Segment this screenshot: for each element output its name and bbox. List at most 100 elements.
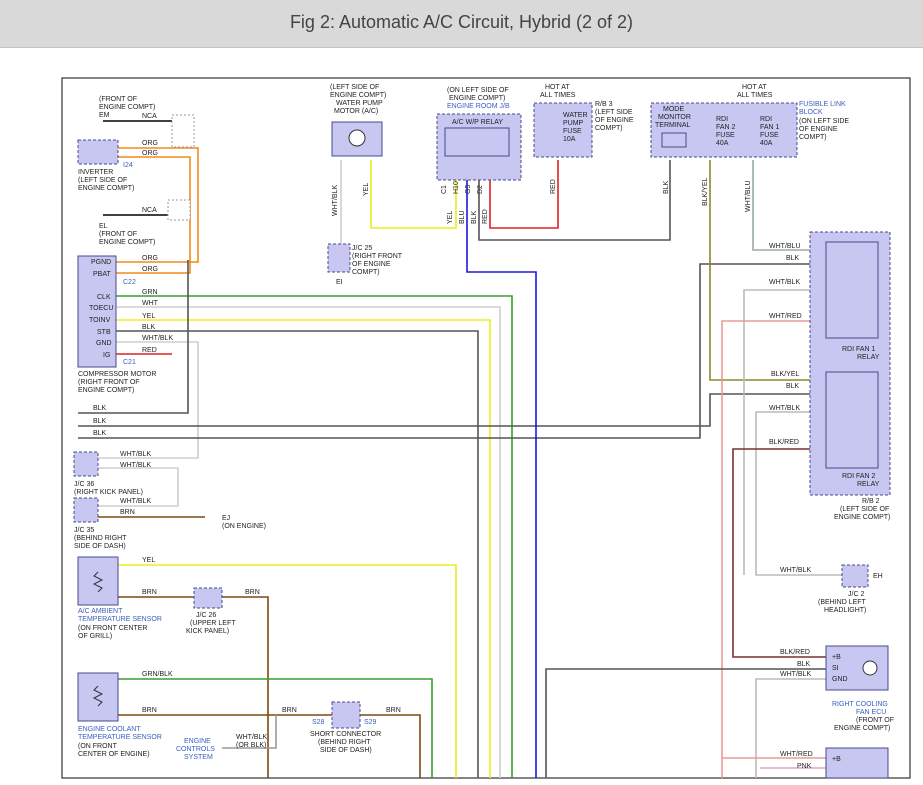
rb3-label-2: (LEFT SIDE xyxy=(595,109,633,116)
rdi-fan1-fuse-4: 40A xyxy=(760,140,773,147)
mode-monitor-label-2: MONITOR xyxy=(658,114,691,121)
whtblu-label-r1: WHT/BLU xyxy=(769,243,801,250)
whtblk-label-jc2: WHT/BLK xyxy=(780,567,811,574)
wire-blk-ecu xyxy=(545,668,826,778)
wp-fuse-label-3: FUSE xyxy=(563,128,582,135)
short-connector-label-2: (BEHIND RIGHT xyxy=(318,739,371,746)
blk-label-relay: BLK xyxy=(471,210,478,224)
rdi-fan1-relay-box xyxy=(825,241,879,339)
jc35-label-1: J/C 35 xyxy=(74,527,94,534)
wht-blk-or-blk-1: WHT/BLK xyxy=(236,734,267,741)
whtblk-label-wpm: WHT/BLK xyxy=(332,185,339,216)
fusible-link-label-2: BLOCK xyxy=(799,109,823,116)
nca-em-connector xyxy=(171,114,195,148)
jc36-label-1: J/C 36 xyxy=(74,481,94,488)
wire-wht-toecu xyxy=(115,306,501,778)
wht-label: WHT xyxy=(142,300,159,307)
short-connector-box xyxy=(331,701,361,729)
pgnd-label: PGND xyxy=(91,259,111,266)
title-bar: Fig 2: Automatic A/C Circuit, Hybrid (2 … xyxy=(0,0,923,48)
jc25-label-1: J/C 25 xyxy=(352,245,372,252)
jc35-label-2: (BEHIND RIGHT xyxy=(74,535,127,542)
jc36-label-2: (RIGHT KICK PANEL) xyxy=(74,489,143,496)
coolant-loc-1: (ON FRONT xyxy=(78,743,118,750)
rb3-label-4: COMPT) xyxy=(595,125,623,132)
ecu2-plus-b: +B xyxy=(832,756,841,763)
jb-label: ENGINE ROOM J/B xyxy=(447,103,510,110)
blk-label-r1: BLK xyxy=(786,255,800,262)
em-loc-label-2: ENGINE COMPT) xyxy=(99,104,155,111)
ecu-gnd: GND xyxy=(832,676,848,683)
ambient-label-1: A/C AMBIENT xyxy=(78,608,123,615)
pbat-label: PBAT xyxy=(93,271,111,278)
stb-label: STB xyxy=(97,329,111,336)
wp-fuse-label-1: WATER xyxy=(563,112,588,119)
hot-at-all-times-1a: HOT AT xyxy=(545,84,570,91)
inverter-label-2: (LEFT SIDE OF xyxy=(78,177,127,184)
clk-label: CLK xyxy=(97,294,111,301)
wht-blk-or-blk-2: (OR BLK) xyxy=(236,742,266,749)
hot-at-all-times-2a: HOT AT xyxy=(742,84,767,91)
page-title: Fig 2: Automatic A/C Circuit, Hybrid (2 … xyxy=(289,12,634,32)
blk-label-3: BLK xyxy=(93,430,107,437)
ei-label: EI xyxy=(336,279,343,286)
blk-label-stb: BLK xyxy=(142,324,156,331)
blk-label-r2: BLK xyxy=(786,383,800,390)
wire-grn-clk xyxy=(115,295,513,778)
wire-yel-toinv xyxy=(115,319,491,778)
inverter-label-1: INVERTER xyxy=(78,169,113,176)
em-loc-label-1: (FRONT OF xyxy=(99,96,137,103)
blkyel-label-r2: BLK/YEL xyxy=(771,371,800,378)
jc2-label-2: (BEHIND LEFT xyxy=(818,599,867,606)
compressor-label-2: (RIGHT FRONT OF xyxy=(78,379,140,386)
rdi-fan2-relay-label-1: RDI FAN 2 xyxy=(842,473,876,480)
toecu-label: TOECU xyxy=(89,305,113,312)
blk-label-fl: BLK xyxy=(663,180,670,194)
jc35-box xyxy=(73,497,99,523)
jc35-label-3: SIDE OF DASH) xyxy=(74,543,126,550)
org-label-3: ORG xyxy=(142,255,158,262)
rdi-fan2-fuse-1: RDI xyxy=(716,116,728,123)
water-pump-motor-label-3: WATER PUMP xyxy=(336,100,383,107)
rb2-label-3: ENGINE COMPT) xyxy=(834,514,890,521)
org-label-1: ORG xyxy=(142,140,158,147)
water-pump-motor-label-1: (LEFT SIDE OF xyxy=(330,84,379,91)
brn-label-short: BRN xyxy=(282,707,297,714)
yel-label-ambient: YEL xyxy=(142,557,155,564)
fusible-link-label-1: FUSIBLE LINK xyxy=(799,101,846,108)
brn-label-ambient: BRN xyxy=(142,589,157,596)
wiring-diagram: (FRONT OF ENGINE COMPT) EM NCA ORG ORG I… xyxy=(61,77,911,779)
rdi-fan2-fuse-3: FUSE xyxy=(716,132,735,139)
rdi-fan2-relay-box xyxy=(825,371,879,469)
jc25-label-3: OF ENGINE xyxy=(352,261,391,268)
blkyel-label-fl: BLK/YEL xyxy=(702,177,709,206)
ej-label: EJ xyxy=(222,515,230,522)
blkred-label-ecu: BLK/RED xyxy=(780,649,810,656)
whtblk-label-r1: WHT/BLK xyxy=(769,279,800,286)
short-connector-label-1: SHORT CONNECTOR xyxy=(310,731,381,738)
mode-monitor-label-1: MODE xyxy=(663,106,684,113)
whtblk-label-ecu: WHT/BLK xyxy=(780,671,811,678)
inverter-box xyxy=(77,139,119,165)
hot-at-all-times-1b: ALL TIMES xyxy=(540,92,576,99)
s29-label: S29 xyxy=(364,719,377,726)
conn-d2: D2 xyxy=(477,185,484,194)
whtred-label-r1: WHT/RED xyxy=(769,313,802,320)
red-label-fuse: RED xyxy=(550,179,557,194)
pnk-label-ecu2: PNK xyxy=(797,763,812,770)
cooling-fan-ecu-label-2: FAN ECU xyxy=(856,709,886,716)
coolant-label-2: TEMPERATURE SENSOR xyxy=(78,734,162,741)
rdi-fan1-relay-label-1: RDI FAN 1 xyxy=(842,346,876,353)
i24-label: I24 xyxy=(123,162,133,169)
nca-el-label: NCA xyxy=(142,207,157,214)
ej-loc-label: (ON ENGINE) xyxy=(222,523,266,530)
el-label: EL xyxy=(99,223,108,230)
motor-icon xyxy=(348,129,366,147)
jc36-box xyxy=(73,451,99,477)
wire-grnblk-coolant xyxy=(118,678,433,778)
conn-c1: C1 xyxy=(441,185,448,194)
wire-whtblk-ecu xyxy=(755,678,826,778)
rdi-fan1-fuse-2: FAN 1 xyxy=(760,124,780,131)
jc25-label-4: COMPT) xyxy=(352,269,380,276)
grn-label: GRN xyxy=(142,289,158,296)
